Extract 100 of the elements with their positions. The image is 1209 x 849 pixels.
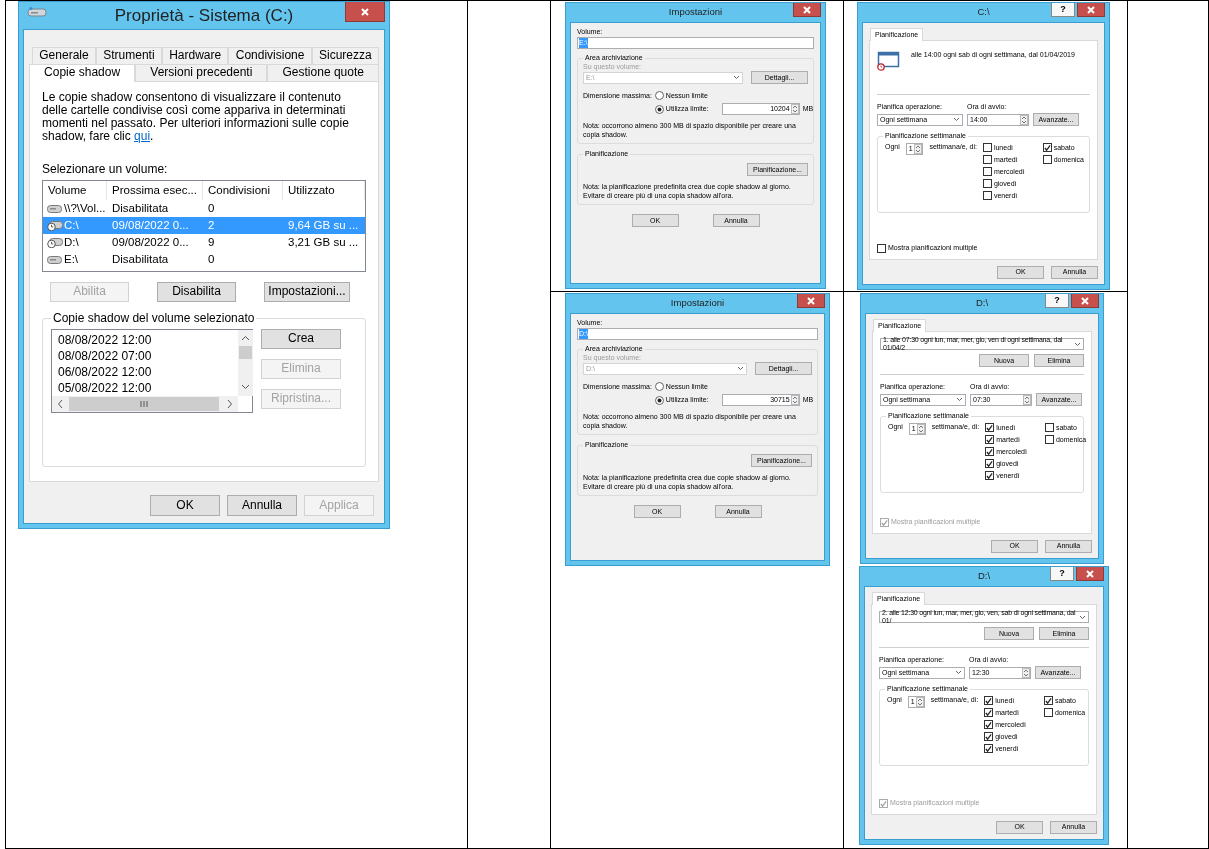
snapshot-list[interactable]: 08/08/2022 12:00 08/08/2022 07:00 06/08/2022 12:00 05/08/2022 12:00 [51,328,253,413]
checkbox[interactable] [984,720,994,730]
calendar-clock-icon [877,51,901,72]
tab[interactable]: Strumenti [95,47,162,64]
list-row[interactable]: D:\ 09/08/2022 0... 9 3,21 GB su ... [43,233,365,251]
close-button[interactable] [1077,3,1105,17]
spinner-icon[interactable] [914,144,923,155]
list-item[interactable]: 08/08/2022 07:00 [58,347,238,364]
table-cell-text: 0 [207,251,216,267]
tab[interactable]: Hardware [161,47,229,64]
checkbox[interactable] [985,423,995,433]
column-header[interactable]: Utilizzato [283,180,365,200]
group-title: Copie shadow del volume selezionato [52,311,256,326]
close-button[interactable] [345,2,385,22]
table-cell-text: 09/08/2022 0... [111,217,190,233]
caret-icon [733,75,740,81]
help-button[interactable]: ? [1045,294,1069,308]
table-cell-text: 0 [207,200,216,216]
footer-button[interactable]: OK [150,495,220,516]
tab[interactable]: Copie shadow [29,64,136,82]
drive-clock-icon [47,219,63,232]
caret-icon [956,397,963,403]
checkbox[interactable] [985,447,995,457]
table-cell-text: D:\ [64,234,79,250]
table-cell-text: 9,64 GB su ... [287,217,360,233]
close-icon [807,296,815,305]
close-icon [803,5,811,14]
checkbox[interactable] [985,459,995,469]
tab[interactable]: Sicurezza [311,47,379,64]
tab[interactable]: Generale [32,47,96,64]
copy-action-button[interactable]: Crea [261,328,341,349]
radio-button[interactable] [654,104,664,114]
spinner-icon[interactable] [790,104,799,115]
checkbox[interactable] [1042,143,1052,153]
radio-button[interactable] [654,395,664,405]
table-cell-text: \\?\Vol... [64,200,106,216]
help-button[interactable]: ? [1050,567,1074,581]
horizontal-scrollbar[interactable] [52,395,238,412]
spinner-icon[interactable] [790,395,799,406]
caret-icon [1074,341,1081,347]
volume-action-button[interactable]: Impostazioni... [264,281,350,302]
list-item[interactable]: 06/08/2022 12:00 [58,363,238,380]
table-cell-text: 9 [207,234,216,250]
checkbox[interactable] [984,744,994,754]
field-label: Selezionare un volume: [42,163,169,177]
spinner-icon[interactable] [1020,114,1028,125]
tab[interactable]: Condivisione [228,47,312,64]
description-text: Le copie shadow consentono di visualizzare il contenuto delle cartelle condivise così come appariva in determinati momenti nel passato. Per ulteriori informazioni sulle copie shadow, fare clic qui. [42,91,350,143]
column-header[interactable]: Prossima esec... [107,180,203,200]
checkbox[interactable] [877,244,886,253]
spinner-icon[interactable] [1022,667,1030,678]
window-title: D:\ [977,571,991,582]
checkbox[interactable] [984,708,994,718]
close-icon [361,7,369,16]
window-title: D:\ [975,298,989,309]
list-item[interactable]: 05/08/2022 12:00 [58,379,238,396]
close-button[interactable] [1076,567,1104,581]
checkbox[interactable] [985,471,995,481]
checkbox[interactable] [1044,435,1054,445]
checkbox[interactable] [982,155,992,165]
spinner-icon[interactable] [915,697,924,708]
tab[interactable]: Versioni precedenti [135,64,268,81]
checkbox[interactable] [984,696,994,706]
checkbox[interactable] [982,167,992,177]
close-button[interactable] [797,294,825,308]
checkbox[interactable] [982,143,992,153]
close-button[interactable] [1071,294,1099,308]
radio-button[interactable] [654,382,664,392]
table-cell-text: Disabilitata [111,200,170,216]
checkbox[interactable] [1042,155,1052,165]
tab[interactable]: Gestione quote [267,64,379,81]
checkbox[interactable] [982,179,992,189]
checkbox[interactable] [1044,423,1054,433]
volume-list[interactable]: Volume Prossima esec... Condivisioni Utilizzato \\?\Vol... Disabilitata 0 C:\ 09/08/2022 0... 2 9,64 GB su ... D:\ 09/08/2022 0... 9 3,21 GB su ... E:\ Disabilitata 0 [42,179,366,272]
checkbox[interactable] [1043,696,1053,706]
radio-button[interactable] [654,91,664,101]
spinner-icon[interactable] [916,424,925,435]
close-button[interactable] [793,3,821,17]
table-cell-text: Disabilitata [111,251,170,267]
column-header[interactable]: Condivisioni [203,180,283,200]
checkbox[interactable] [985,435,995,445]
drive-clock-icon [47,236,63,249]
list-row[interactable]: E:\ Disabilitata 0 [43,250,365,268]
table-cell-text: C:\ [64,217,79,233]
list-row[interactable]: \\?\Vol... Disabilitata 0 [43,199,365,217]
close-icon [1081,296,1089,305]
drive-icon [27,5,47,18]
table-cell-text: 3,21 GB su ... [287,234,360,250]
column-header[interactable]: Volume [43,180,107,200]
table-cell-text: 09/08/2022 0... [111,234,190,250]
checkbox[interactable] [984,732,994,742]
checkbox[interactable] [982,191,992,201]
footer-button[interactable]: Annulla [227,495,297,516]
volume-action-button[interactable]: Disabilita [157,281,236,302]
help-button[interactable]: ? [1051,3,1075,17]
vertical-scrollbar[interactable] [238,329,253,396]
list-item[interactable]: 08/08/2022 12:00 [58,331,238,348]
checkbox[interactable] [1043,708,1053,718]
spinner-icon[interactable] [1023,394,1031,405]
window-title: C:\ [977,7,990,18]
